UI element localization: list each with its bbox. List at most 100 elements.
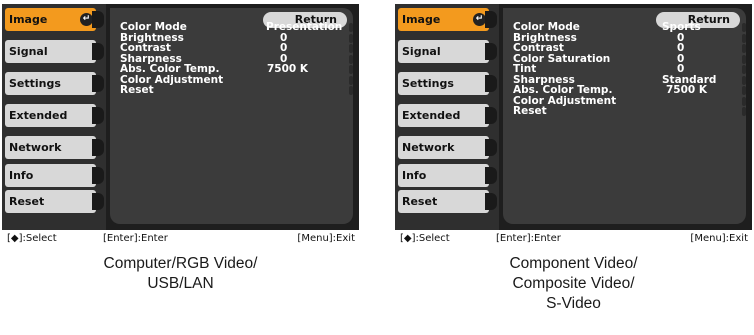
- setting-row-abs-color-temp[interactable]: Abs. Color Temp. 7500 K: [120, 63, 353, 75]
- sidebar-item-label: Network: [9, 141, 62, 154]
- tab-connector: [92, 193, 104, 210]
- row-edge: [742, 44, 746, 53]
- sidebar-item-settings[interactable]: Settings: [398, 72, 489, 95]
- sidebar-item-signal[interactable]: Signal: [398, 40, 489, 63]
- row-edge: [349, 33, 353, 43]
- setting-label: Contrast: [513, 42, 564, 54]
- help-bar: [◆]:Select [Enter]:Enter [Menu]:Exit: [2, 232, 359, 246]
- sidebar-item-network[interactable]: Network: [5, 136, 96, 159]
- caption-line: Composite Video/: [512, 275, 635, 292]
- sidebar-item-label: Reset: [9, 195, 45, 208]
- exit-hint: [Menu]:Exit: [690, 233, 748, 244]
- caption-line: S-Video: [546, 295, 601, 312]
- sidebar-item-extended[interactable]: Extended: [5, 104, 96, 127]
- caption-line: Computer/RGB Video/: [103, 255, 258, 272]
- tab-connector: [485, 167, 497, 184]
- settings-panel: Return Color Mode Sports Brightness 0 Cont…: [503, 8, 746, 224]
- sidebar-item-info[interactable]: Info: [398, 164, 489, 187]
- caption-line: USB/LAN: [147, 275, 214, 292]
- tab-connector: [485, 75, 497, 92]
- sidebar-item-settings[interactable]: Settings: [5, 72, 96, 95]
- setting-row-color-mode[interactable]: Color Mode Presentation: [120, 21, 353, 33]
- setting-label: Reset: [513, 105, 547, 117]
- setting-row-reset[interactable]: Reset: [120, 84, 353, 96]
- setting-row-color-mode[interactable]: Color Mode Sports: [513, 21, 746, 33]
- setting-row-abs-color-temp[interactable]: Abs. Color Temp. 7500 K: [513, 84, 746, 96]
- row-edge: [742, 75, 746, 85]
- sidebar-item-signal[interactable]: Signal: [5, 40, 96, 63]
- setting-row-color-adjustment[interactable]: Color Adjustment: [513, 95, 746, 107]
- sidebar: Image ↵ Signal Settings Extended Network…: [395, 4, 499, 230]
- row-edge: [349, 75, 353, 85]
- sidebar-item-info[interactable]: Info: [5, 164, 96, 187]
- setting-value: 0: [280, 42, 288, 54]
- setting-label: Abs. Color Temp.: [120, 63, 220, 75]
- row-edge: [742, 33, 746, 43]
- exit-hint: [Menu]:Exit: [297, 233, 355, 244]
- caption-computer: Computer/RGB Video/ USB/LAN: [2, 254, 359, 294]
- row-edge: [742, 107, 746, 116]
- enter-hint: [Enter]:Enter: [103, 233, 168, 244]
- tab-connector: [92, 75, 104, 92]
- sidebar-item-label: Image: [402, 13, 441, 26]
- tab-connector: [485, 193, 497, 210]
- row-edge: [742, 54, 746, 64]
- menu-screen: Image ↵ Signal Settings Extended Network…: [2, 4, 359, 230]
- row-edge: [349, 23, 353, 32]
- sidebar-item-label: Signal: [402, 45, 441, 58]
- setting-row-reset[interactable]: Reset: [513, 105, 746, 117]
- tab-connector: [485, 43, 497, 60]
- enter-hint: [Enter]:Enter: [496, 233, 561, 244]
- row-edge: [742, 96, 746, 106]
- sidebar: Image ↵ Signal Settings Extended Network…: [2, 4, 106, 230]
- setting-label: Color Mode: [513, 21, 580, 33]
- sidebar-item-reset[interactable]: Reset: [398, 190, 489, 213]
- setting-label: Reset: [120, 84, 154, 96]
- tab-connector: [92, 43, 104, 60]
- caption-line: Component Video/: [509, 255, 638, 272]
- sidebar-item-network[interactable]: Network: [398, 136, 489, 159]
- sidebar-item-label: Extended: [402, 109, 461, 122]
- settings-panel: Return Color Mode Presentation Brightness…: [110, 8, 353, 224]
- sidebar-item-label: Settings: [9, 77, 61, 90]
- setting-label: Contrast: [120, 42, 171, 54]
- tab-connector: [92, 167, 104, 184]
- sidebar-item-label: Settings: [402, 77, 454, 90]
- setting-row-contrast[interactable]: Contrast 0: [120, 42, 353, 54]
- setting-value: 0: [677, 63, 685, 75]
- settings-list: Color Mode Sports Brightness 0 Contrast 0 C…: [513, 21, 746, 117]
- setting-row-color-adjustment[interactable]: Color Adjustment: [120, 74, 353, 86]
- setting-row-contrast[interactable]: Contrast 0: [513, 42, 746, 54]
- setting-label: Abs. Color Temp.: [513, 84, 613, 96]
- sidebar-item-label: Info: [9, 169, 34, 182]
- sidebar-item-image[interactable]: Image ↵: [5, 8, 96, 31]
- settings-area: Return Color Mode Presentation Brightness…: [106, 4, 359, 230]
- sidebar-item-image[interactable]: Image ↵: [398, 8, 489, 31]
- sidebar-item-reset[interactable]: Reset: [5, 190, 96, 213]
- menu-panel-computer: Image ↵ Signal Settings Extended Network…: [2, 4, 359, 248]
- sidebar-item-label: Extended: [9, 109, 68, 122]
- setting-row-color-saturation[interactable]: Color Saturation 0: [513, 53, 746, 65]
- setting-label: Tint: [513, 63, 537, 75]
- sidebar-item-extended[interactable]: Extended: [398, 104, 489, 127]
- settings-area: Return Color Mode Sports Brightness 0 Cont…: [499, 4, 752, 230]
- sidebar-item-label: Image: [9, 13, 48, 26]
- caption-component: Component Video/ Composite Video/ S-Vide…: [395, 254, 752, 314]
- help-bar: [◆]:Select [Enter]:Enter [Menu]:Exit: [395, 232, 752, 246]
- tab-connector: [92, 139, 104, 156]
- select-hint: [◆]:Select: [7, 233, 57, 244]
- setting-value: Sports: [662, 21, 701, 33]
- setting-row-tint[interactable]: Tint 0: [513, 63, 746, 75]
- tab-connector: [92, 11, 104, 28]
- sidebar-item-label: Network: [402, 141, 455, 154]
- menu-screen: Image ↵ Signal Settings Extended Network…: [395, 4, 752, 230]
- setting-value: 7500 K: [267, 63, 309, 75]
- setting-label: Color Mode: [120, 21, 187, 33]
- setting-value: 0: [677, 42, 685, 54]
- row-edge: [349, 44, 353, 53]
- row-edge: [742, 65, 746, 74]
- setting-value: Presentation: [266, 21, 343, 33]
- setting-value: 7500 K: [666, 84, 708, 96]
- sidebar-item-label: Info: [402, 169, 427, 182]
- row-edge: [349, 65, 353, 74]
